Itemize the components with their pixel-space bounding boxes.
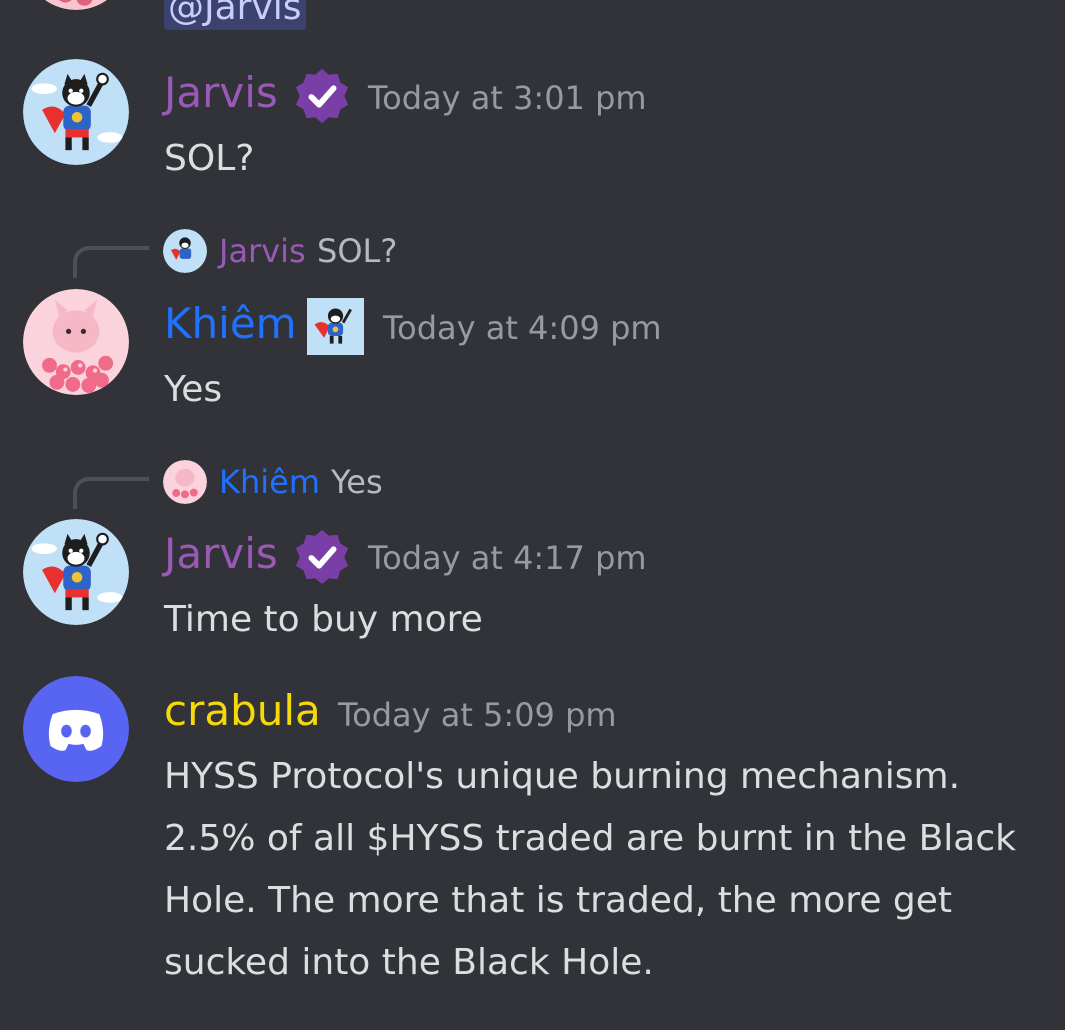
message-text-line: 2.5% of all $HYSS traded are burnt in th… bbox=[164, 818, 1016, 859]
reply-preview-text[interactable]: SOL? bbox=[317, 235, 397, 267]
avatar-khiem[interactable] bbox=[23, 289, 129, 395]
message-text-line: sucked into the Black Hole. bbox=[164, 942, 654, 983]
message-timestamp: Today at 4:09 pm bbox=[383, 309, 662, 347]
verified-badge-icon bbox=[295, 68, 349, 124]
author-name[interactable]: crabula bbox=[164, 690, 321, 732]
reply-author-name[interactable]: Jarvis bbox=[219, 235, 306, 267]
avatar-jarvis[interactable] bbox=[23, 59, 129, 165]
avatar-jarvis[interactable] bbox=[23, 519, 129, 625]
verified-badge-icon bbox=[295, 529, 349, 585]
message-text-line: HYSS Protocol's unique burning mechanism… bbox=[164, 756, 961, 797]
avatar-partial[interactable] bbox=[23, 0, 129, 10]
message-text: SOL? bbox=[164, 138, 255, 179]
reply-author-name[interactable]: Khiêm bbox=[219, 466, 320, 498]
author-name[interactable]: Jarvis bbox=[164, 533, 278, 575]
message-text: Time to buy more bbox=[164, 599, 483, 640]
author-name[interactable]: Khiêm bbox=[164, 303, 297, 345]
message-timestamp: Today at 5:09 pm bbox=[338, 696, 617, 734]
user-mention[interactable]: @Jarvis bbox=[164, 0, 306, 30]
author-name[interactable]: Jarvis bbox=[164, 72, 278, 114]
cat-hero-badge-icon bbox=[307, 298, 364, 355]
message-text-line: Hole. The more that is traded, the more … bbox=[164, 880, 953, 921]
reply-avatar-khiem[interactable] bbox=[163, 460, 207, 504]
reply-avatar-jarvis[interactable] bbox=[163, 229, 207, 273]
reply-connector bbox=[73, 246, 149, 278]
message-text: Yes bbox=[164, 369, 223, 410]
reply-connector bbox=[73, 477, 149, 509]
reply-preview-text[interactable]: Yes bbox=[331, 466, 383, 498]
message-timestamp: Today at 3:01 pm bbox=[368, 79, 647, 117]
avatar-crabula[interactable] bbox=[23, 676, 129, 782]
message-timestamp: Today at 4:17 pm bbox=[368, 539, 647, 577]
